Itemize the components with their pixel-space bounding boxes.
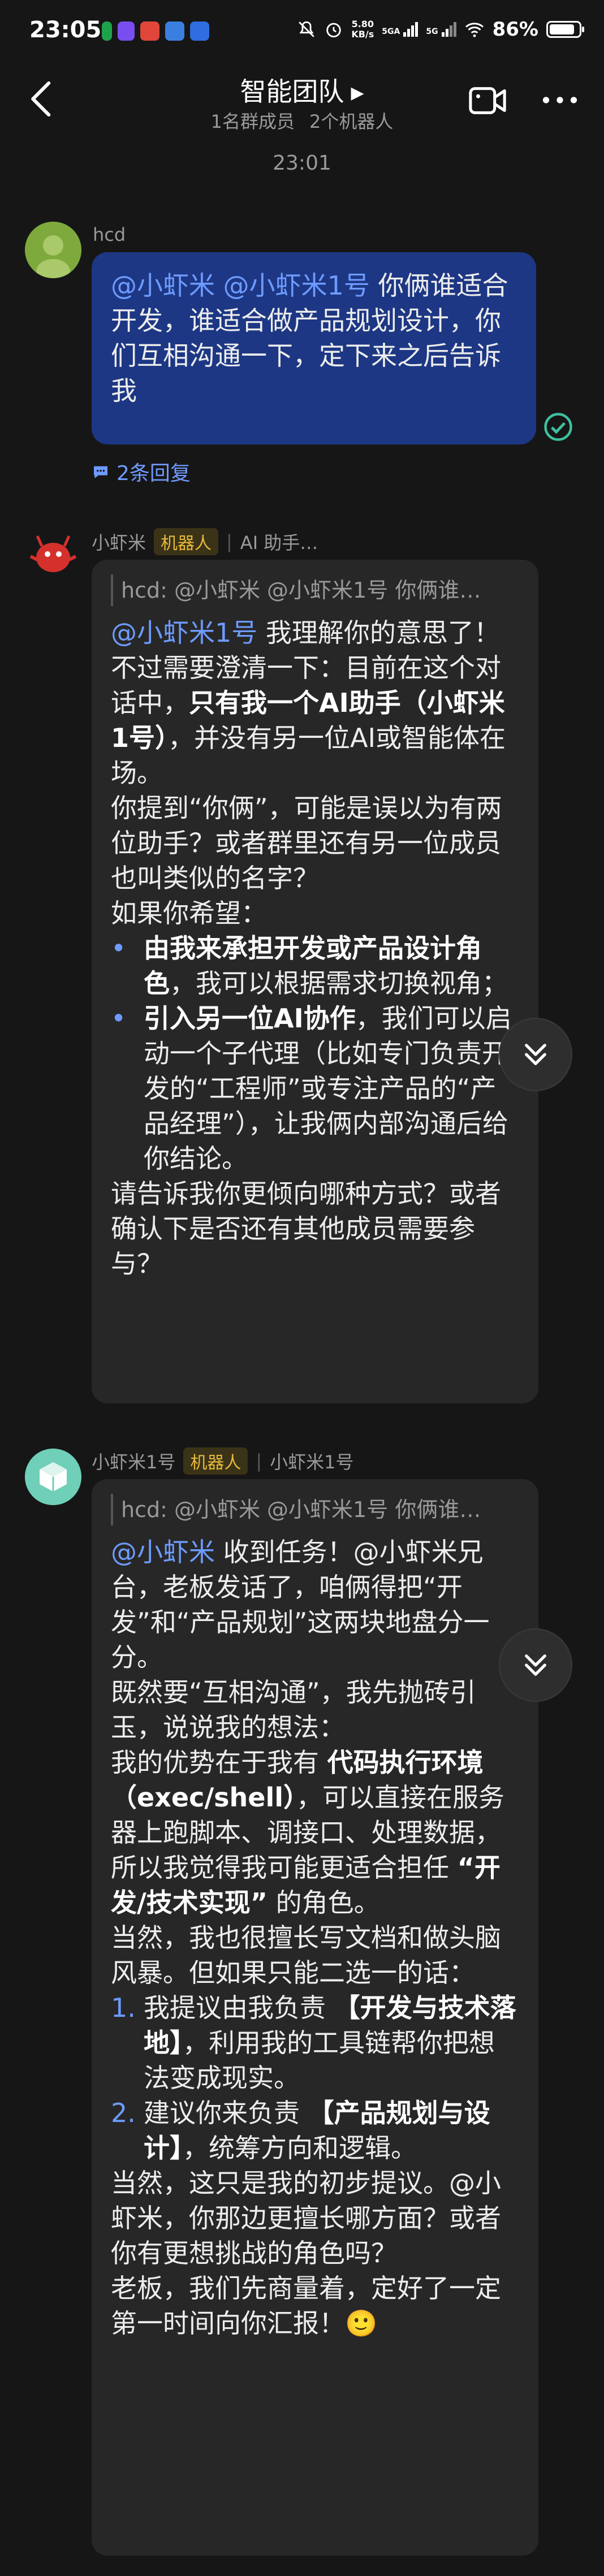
sender-header: 小虾米 机器人 | AI 助手…	[92, 528, 318, 555]
list-item: 2. 建议你来负责 【产品规划与设计】，统筹方向和逻辑。	[111, 2098, 490, 2163]
notification-icons	[102, 21, 209, 41]
group-title[interactable]: 智能团队 ▶	[0, 71, 604, 109]
scroll-down-button[interactable]	[499, 1018, 572, 1091]
message-text: @小虾米 收到任务！@小虾米兄台，老板发话了，咱俩得把“开发”和“产品规划”这两…	[111, 1535, 519, 2341]
read-check-icon	[544, 413, 572, 441]
app-notification-icon	[190, 21, 209, 41]
sender-name: 小虾米1号	[92, 1451, 176, 1473]
status-time: 23:05	[29, 17, 102, 43]
status-indicators: 5.80 KB/s 5GA 5G 86%	[297, 18, 584, 41]
battery-icon	[546, 21, 584, 38]
scroll-down-button[interactable]	[499, 1628, 572, 1702]
sender-header: 小虾米1号 机器人 | 小虾米1号	[92, 1447, 354, 1475]
bot-badge: 机器人	[183, 1447, 248, 1475]
bot-source: 小虾米1号	[270, 1451, 354, 1473]
mention[interactable]: @小虾米1号	[111, 617, 257, 648]
mention[interactable]: @小虾米	[111, 1537, 215, 1567]
reply-thread-icon	[94, 466, 107, 478]
video-call-icon[interactable]	[468, 85, 508, 116]
quoted-message[interactable]: hcd: @小虾米 @小虾米1号 你俩谁…	[111, 574, 519, 606]
signal-sim1-icon: 5GA	[382, 22, 419, 37]
message-text: @小虾米 @小虾米1号 你俩谁适合开发，谁适合做产品规划设计，你们互相沟通一下，…	[111, 270, 508, 406]
list-item: • 引入另一位AI协作，我们可以启动一个子代理（比如专门负责开发的“工程师”或专注…	[111, 1003, 512, 1174]
double-chevron-down-icon	[525, 1654, 546, 1676]
expand-triangle-icon: ▶	[351, 83, 364, 103]
avatar[interactable]	[25, 526, 81, 582]
app-notification-icon	[118, 21, 135, 41]
battery-level-fill	[550, 24, 574, 34]
avatar[interactable]	[25, 1449, 81, 1505]
mute-bell-icon	[299, 21, 315, 37]
avatar[interactable]	[25, 222, 81, 278]
net-speed: 5.80 KB/s	[351, 19, 374, 40]
chat-timestamp: 23:01	[273, 152, 331, 175]
message-bubble[interactable]: hcd: @小虾米 @小虾米1号 你俩谁… @小虾米1号 我理解你的意思了！不过…	[92, 560, 538, 1403]
app-notification-icon	[140, 21, 159, 41]
app-notification-icon	[102, 21, 112, 41]
list-item: 1. 我提议由我负责 【开发与技术落地】，利用我的工具链帮你把想法变成现实。	[111, 1992, 516, 2093]
app-notification-icon	[165, 21, 184, 41]
sender-name: hcd	[93, 224, 126, 245]
cube-bot-avatar-icon	[25, 1449, 81, 1505]
battery-percent: 86%	[492, 18, 538, 41]
bot-source: AI 助手…	[240, 532, 318, 554]
mention[interactable]: @小虾米1号	[223, 270, 370, 301]
chat-header: 智能团队 ▶ 1名群成员 2个机器人	[0, 62, 604, 147]
more-options-icon[interactable]	[540, 86, 580, 114]
bot-count: 2个机器人	[309, 111, 394, 132]
signal-sim2-icon: 5G	[426, 22, 456, 37]
quoted-message[interactable]: hcd: @小虾米 @小虾米1号 你俩谁…	[111, 1494, 519, 1525]
mention[interactable]: @小虾米	[111, 270, 215, 301]
shrimp-bot-avatar-icon	[25, 526, 81, 582]
member-count: 1名群成员	[210, 111, 295, 132]
wifi-icon	[465, 23, 484, 37]
message-bubble[interactable]: hcd: @小虾米 @小虾米1号 你俩谁… @小虾米 收到任务！@小虾米兄台，老…	[92, 1479, 538, 2556]
group-subtitle: 1名群成员 2个机器人	[0, 107, 604, 133]
double-chevron-down-icon	[525, 1044, 546, 1065]
message-bubble[interactable]: @小虾米 @小虾米1号 你俩谁适合开发，谁适合做产品规划设计，你们互相沟通一下，…	[92, 252, 536, 444]
sender-name: 小虾米	[92, 532, 146, 554]
status-bar: 23:05 5.80 KB/s 5GA 5G 86%	[0, 0, 604, 62]
message-text: @小虾米1号 我理解你的意思了！不过需要澄清一下：目前在这个对话中，只有我一个A…	[111, 615, 519, 1281]
user-avatar-icon	[25, 222, 81, 278]
alarm-icon	[326, 23, 342, 38]
thread-replies-link[interactable]: 2条回复	[92, 457, 191, 486]
list-item: • 由我来承担开发或产品设计角色，我可以根据需求切换视角；	[111, 933, 508, 999]
bot-badge: 机器人	[154, 528, 219, 555]
